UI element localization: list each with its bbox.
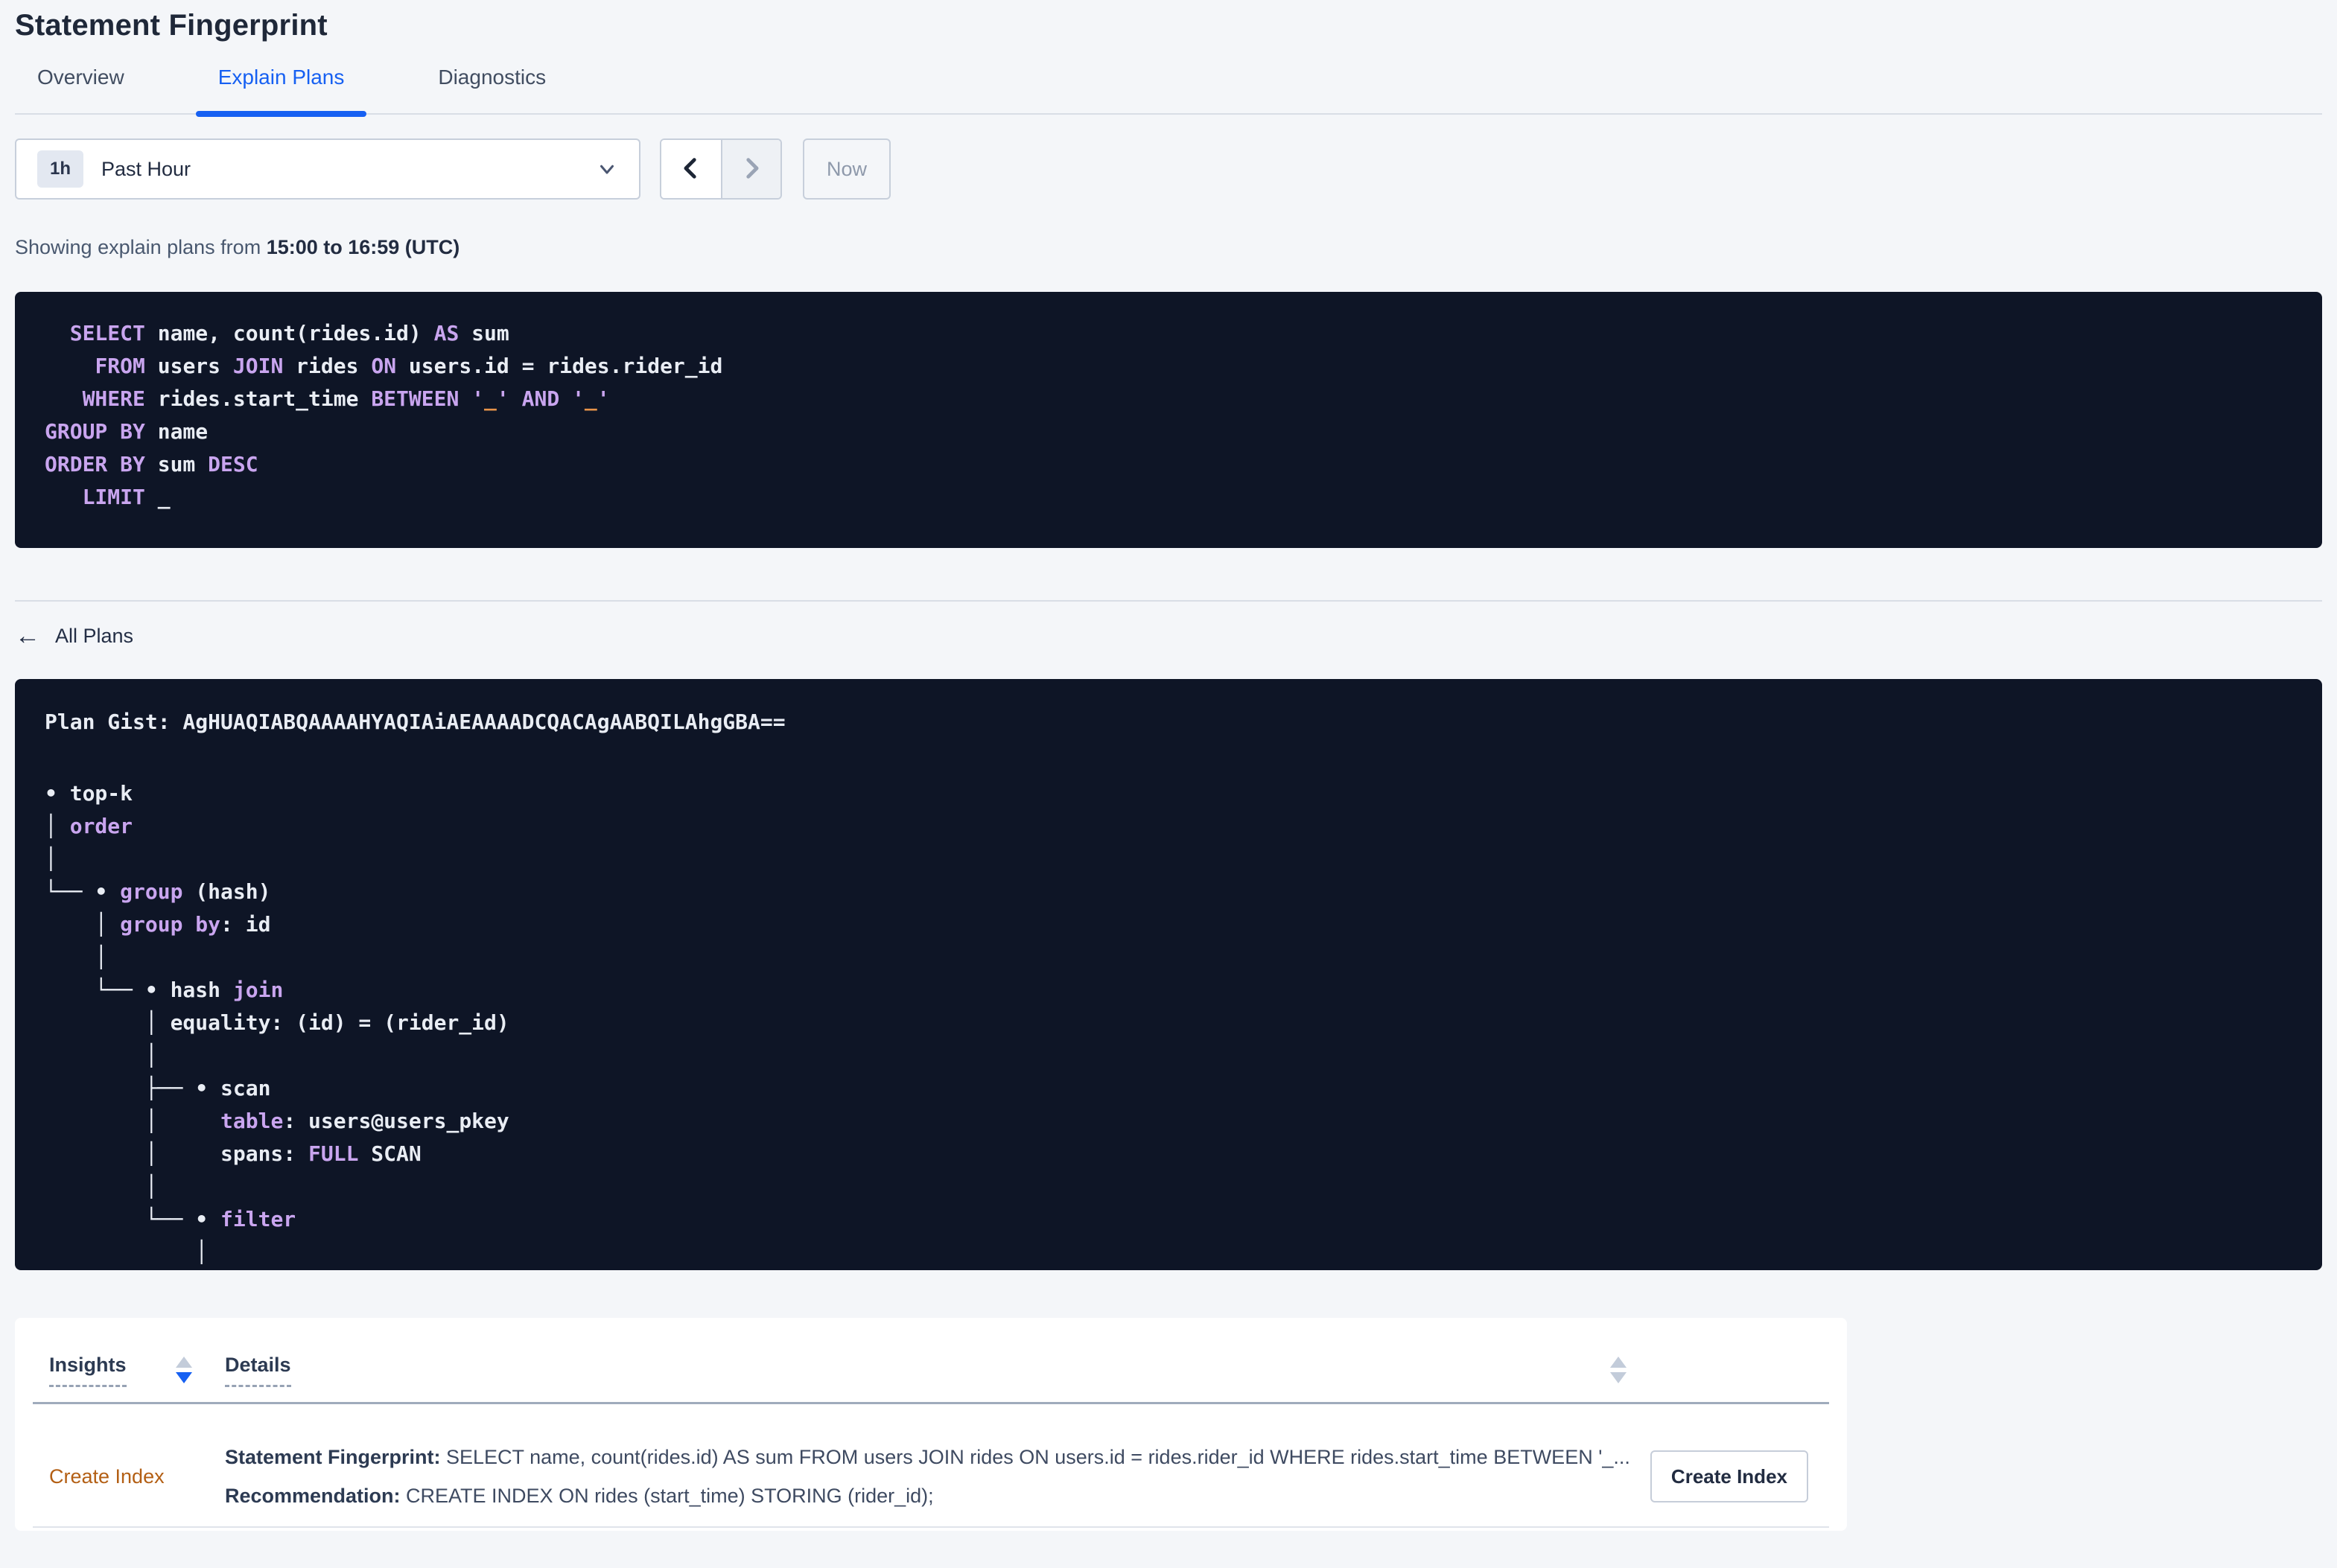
statement-fingerprint-page: Statement Fingerprint Overview Explain P… [0,0,2337,1531]
details-cell: Statement Fingerprint: SELECT name, coun… [219,1443,1650,1510]
recommendation-detail: Recommendation: CREATE INDEX ON rides (s… [225,1482,1650,1510]
showing-plans-subtitle: Showing explain plans from 15:00 to 16:5… [15,234,2322,261]
previous-time-button[interactable] [661,140,721,198]
all-plans-back-link[interactable]: ← All Plans [15,619,133,652]
insights-table-card: Insights Details Create Index Statement … [15,1318,1847,1531]
sql-statement-block: SELECT name, count(rides.id) AS sum FROM… [15,292,2322,548]
time-range-badge: 1h [37,150,83,188]
detail-text: SELECT name, count(rides.id) AS sum FROM… [440,1446,1630,1468]
plan-gist-block: Plan Gist: AgHUAQIABQAAAAHYAQIAiAEAAAADC… [15,679,2322,1270]
sort-up-arrow [176,1357,192,1368]
detail-text: CREATE INDEX ON rides (start_time) STORI… [400,1485,934,1507]
next-time-button[interactable] [721,140,780,198]
tab-bar: Overview Explain Plans Diagnostics [15,66,2322,117]
page-title: Statement Fingerprint [15,9,328,42]
sort-down-arrow [176,1372,192,1383]
create-index-button[interactable]: Create Index [1650,1450,1808,1502]
statement-fingerprint-detail: Statement Fingerprint: SELECT name, coun… [225,1443,1650,1471]
details-column-label[interactable]: Details [225,1352,291,1387]
create-index-link[interactable]: Create Index [49,1465,219,1488]
subtitle-prefix: Showing explain plans from [15,236,267,258]
plan-gist-text: Plan Gist: AgHUAQIABQAAAAHYAQIAiAEAAAADC… [45,710,786,734]
time-range-label: Past Hour [101,157,191,180]
column-header-details: Details [219,1352,1829,1387]
chevron-left-icon [678,156,704,183]
sort-icon[interactable] [1610,1357,1627,1383]
table-row: Create Index Statement Fingerprint: SELE… [33,1404,1829,1528]
time-pager [660,138,782,200]
insights-table-header: Insights Details [33,1318,1829,1404]
plan-tree: • top-k │ order │ └── • group (hash) │ grou… [45,781,509,1264]
time-picker-row: 1h Past Hour Now [15,138,2322,200]
sort-icon[interactable] [176,1357,192,1383]
detail-label: Statement Fingerprint: [225,1446,441,1468]
now-button[interactable]: Now [803,138,891,200]
sort-up-arrow [1610,1357,1627,1368]
arrow-left-icon: ← [15,622,40,650]
tab-overview[interactable]: Overview [15,66,147,113]
detail-label: Recommendation: [225,1485,401,1507]
sort-down-arrow [1610,1372,1627,1383]
chevron-right-icon [739,156,764,183]
subtitle-time-range: 15:00 to 16:59 (UTC) [266,236,460,258]
column-header-insights: Insights [33,1352,219,1387]
chevron-down-icon [596,158,618,180]
tab-diagnostics[interactable]: Diagnostics [416,66,568,113]
time-range-dropdown[interactable]: 1h Past Hour [15,138,640,200]
tab-explain-plans[interactable]: Explain Plans [195,66,367,117]
back-link-label: All Plans [55,625,134,647]
insights-column-label[interactable]: Insights [49,1352,127,1387]
